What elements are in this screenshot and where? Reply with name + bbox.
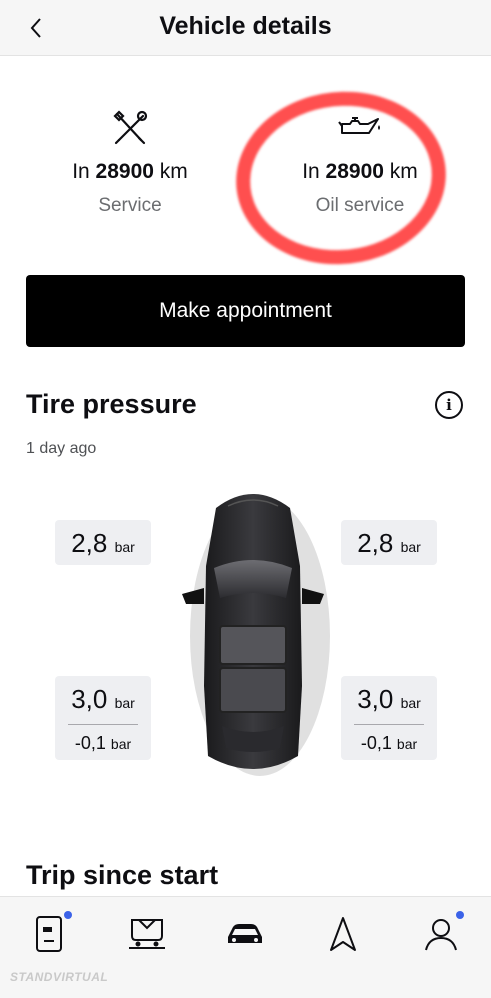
oil-service-prefix: In — [302, 160, 320, 183]
watermark: STANDVIRTUAL — [10, 970, 109, 984]
trip-since-start-title: Trip since start — [26, 860, 219, 890]
user-profile-icon — [425, 919, 457, 951]
tire-value: 2,8 — [357, 528, 394, 558]
notification-dot — [456, 911, 464, 919]
tire-divider — [354, 724, 424, 725]
tire-unit: bar — [400, 539, 421, 555]
tire-value: 3,0 — [71, 684, 108, 714]
tire-front-right: 2,8 bar — [341, 520, 437, 565]
wrench-screwdriver-icon — [25, 108, 235, 148]
service-distance: In 28900 km — [25, 158, 235, 186]
nav-item-digital-key[interactable] — [26, 911, 72, 957]
oil-can-icon — [255, 108, 465, 148]
tire-front-left: 2,8 bar — [55, 520, 151, 565]
tire-unit: bar — [110, 736, 132, 752]
service-km-value: 28900 — [95, 160, 154, 183]
tire-pressure-title: Tire pressure — [26, 389, 197, 419]
tire-divider — [68, 724, 138, 725]
service-card[interactable]: In 28900 km Service — [25, 108, 235, 218]
top-bar: Vehicle details — [0, 0, 491, 56]
oil-service-unit: km — [389, 160, 418, 183]
tire-value: 3,0 — [357, 684, 394, 714]
service-prefix: In — [72, 160, 90, 183]
page-title: Vehicle details — [159, 12, 332, 40]
car-front-icon — [228, 924, 262, 943]
tire-rear-right: 3,0 bar -0,1 bar — [341, 676, 437, 760]
tire-pressure-updated: 1 day ago — [26, 440, 97, 457]
nav-item-service[interactable] — [124, 911, 170, 957]
oil-service-label: Oil service — [315, 195, 405, 216]
oil-service-distance: In 28900 km — [255, 158, 465, 186]
service-unit: km — [159, 160, 188, 183]
navigation-arrow-icon — [330, 917, 356, 951]
oil-service-card[interactable]: In 28900 km Oil service — [255, 108, 465, 218]
car-lift-icon — [129, 919, 165, 949]
tire-value: 2,8 — [71, 528, 108, 558]
tire-unit: bar — [114, 539, 135, 555]
tire-unit: bar — [400, 695, 421, 711]
tire-unit: bar — [396, 736, 418, 752]
nav-item-navigation[interactable] — [320, 911, 366, 957]
tire-delta-value: -0,1 — [74, 733, 106, 753]
key-card-icon — [36, 916, 62, 952]
tire-unit: bar — [114, 695, 135, 711]
service-label: Service — [98, 195, 162, 216]
oil-service-km-value: 28900 — [325, 160, 384, 183]
car-top-view-image — [182, 494, 330, 776]
tire-rear-left: 3,0 bar -0,1 bar — [55, 676, 151, 760]
nav-item-profile[interactable] — [418, 911, 464, 957]
tire-delta-value: -0,1 — [360, 733, 392, 753]
info-icon[interactable]: i — [435, 391, 463, 419]
make-appointment-button[interactable]: Make appointment — [26, 275, 465, 347]
notification-dot — [64, 911, 72, 919]
nav-item-vehicle[interactable] — [222, 911, 268, 957]
